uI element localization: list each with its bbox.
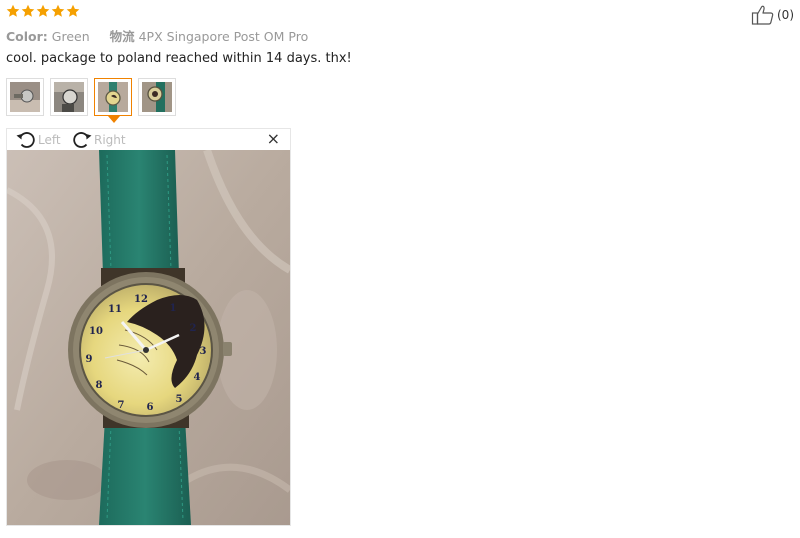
dial-numeral-3: 3 xyxy=(200,346,207,357)
dial-numeral-7: 7 xyxy=(118,400,125,411)
close-icon[interactable]: × xyxy=(267,131,280,147)
rotate-left-icon xyxy=(16,132,35,148)
thumbnail-4[interactable] xyxy=(138,78,176,116)
rotate-right-button[interactable]: Right xyxy=(71,129,126,150)
logistics-value: 4PX Singapore Post OM Pro xyxy=(138,29,309,44)
rotate-left-label: Left xyxy=(38,132,61,147)
dial-numeral-11: 11 xyxy=(108,304,122,315)
review-text: cool. package to poland reached within 1… xyxy=(6,51,352,66)
dial-numeral-10: 10 xyxy=(89,326,103,337)
star-icon xyxy=(21,4,35,17)
helpful-count: (0) xyxy=(777,8,794,22)
rotate-left-button[interactable]: Left xyxy=(15,129,61,150)
dial-numeral-6: 6 xyxy=(147,402,154,413)
thumbnail-3-selected[interactable] xyxy=(94,78,132,123)
color-key: Color: xyxy=(6,29,48,44)
star-icon xyxy=(66,4,80,17)
rotate-right-icon xyxy=(73,132,92,148)
photo-viewer: Left Right × 12 1 2 3 4 5 6 7 8 9 10 11 xyxy=(6,128,291,526)
star-rating xyxy=(6,4,80,18)
rotate-right-label: Right xyxy=(94,132,126,147)
star-icon xyxy=(6,4,20,17)
dial-numeral-4: 4 xyxy=(194,372,201,383)
dial-numeral-8: 8 xyxy=(96,380,103,391)
dial-numeral-12: 12 xyxy=(134,294,148,305)
photo-thumbnails xyxy=(6,78,176,123)
dial-numeral-1: 1 xyxy=(170,303,177,314)
thumbnail-2[interactable] xyxy=(50,78,88,116)
dial-numeral-9: 9 xyxy=(86,354,93,365)
selected-caret xyxy=(108,116,120,123)
star-icon xyxy=(51,4,65,17)
thumbnail-1[interactable] xyxy=(6,78,44,116)
color-value: Green xyxy=(51,29,90,44)
dial-numeral-5: 5 xyxy=(176,394,183,405)
logistics-key: 物流 xyxy=(109,29,135,44)
dial-numeral-2: 2 xyxy=(190,323,197,334)
review-photo: 12 1 2 3 4 5 6 7 8 9 10 11 xyxy=(7,150,290,525)
viewer-toolbar: Left Right × xyxy=(7,129,290,150)
star-icon xyxy=(36,4,50,17)
thumbs-up-icon xyxy=(751,5,774,25)
helpful-button[interactable]: (0) xyxy=(751,4,794,26)
review-attributes: Color: Green 物流 4PX Singapore Post OM Pr… xyxy=(6,26,308,45)
